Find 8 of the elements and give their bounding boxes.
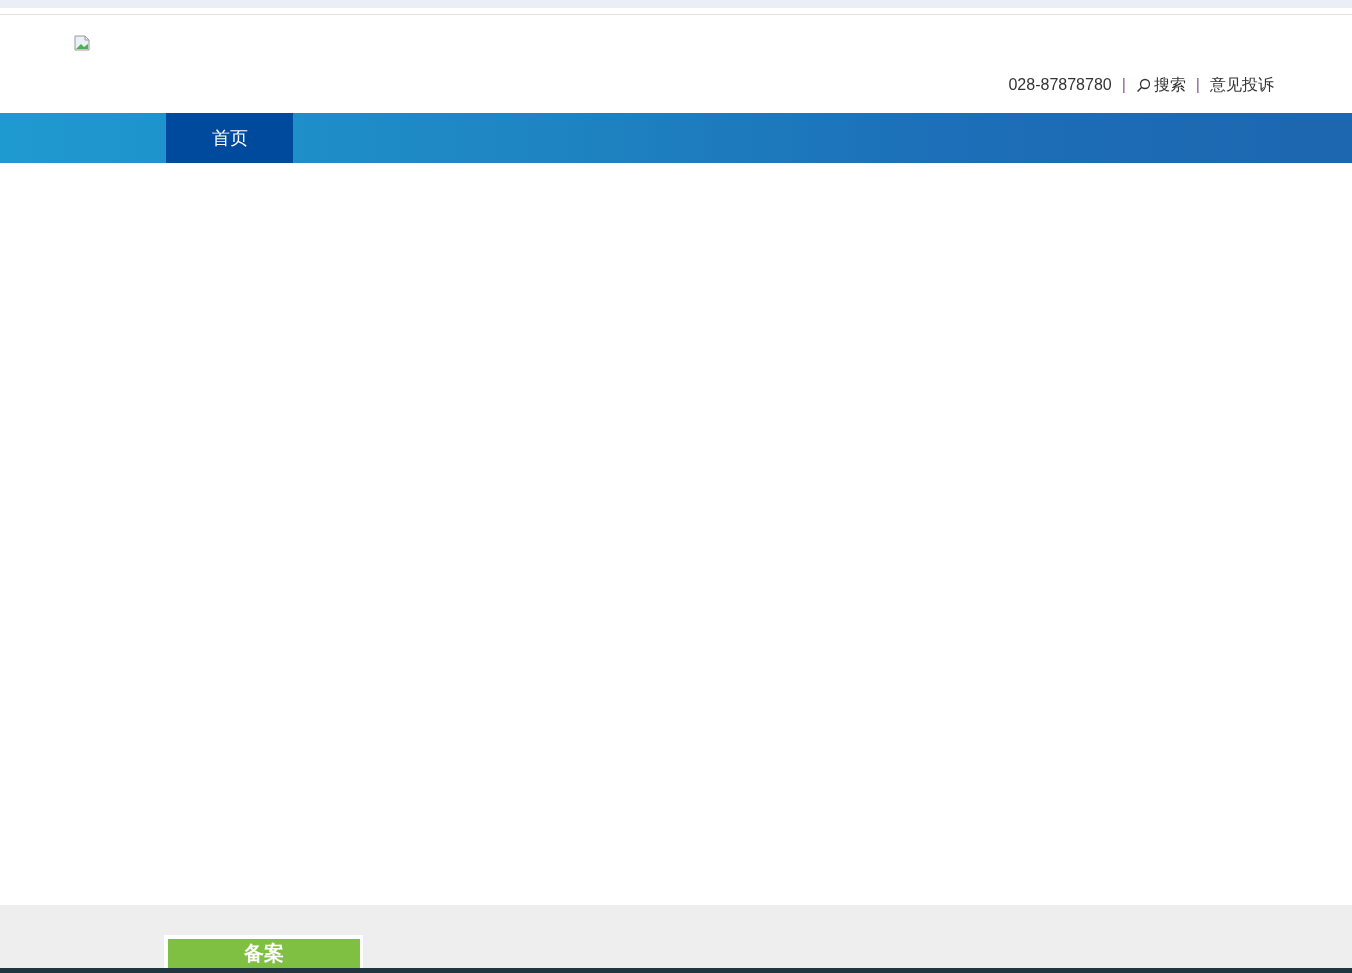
broken-image-icon [74,35,90,51]
nav-tab[interactable]: 首页 [166,113,293,163]
search-link[interactable]: 搜索 [1135,74,1186,96]
phone-number: 028-87878780 [1008,76,1112,94]
separator: | [1194,76,1201,94]
complaint-link[interactable]: 意见投诉 [1210,74,1274,96]
separator: | [1120,76,1127,94]
search-icon [1135,77,1151,93]
